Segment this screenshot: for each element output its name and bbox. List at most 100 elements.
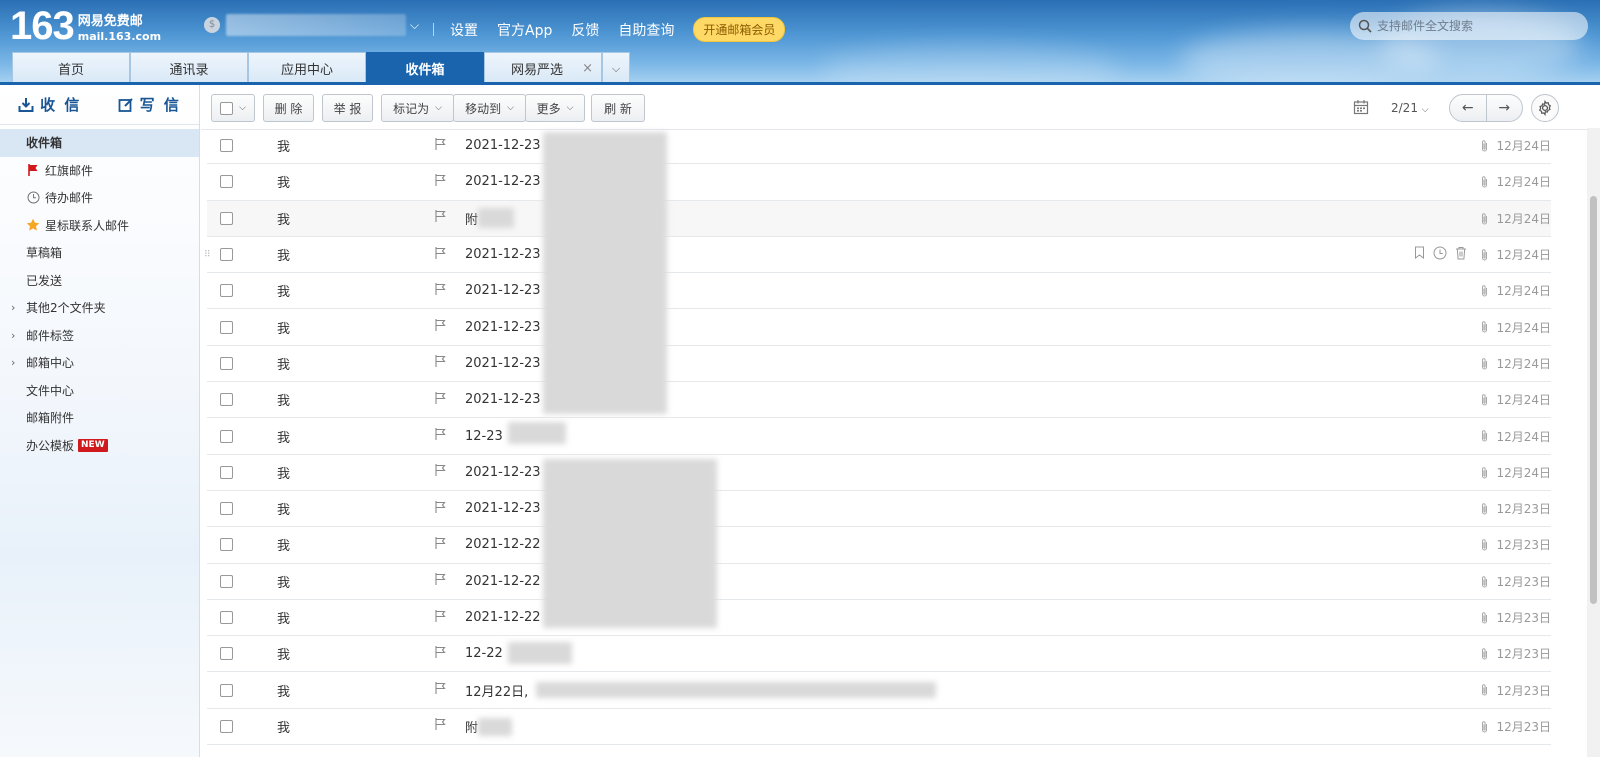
folder-file-center[interactable]: 文件中心 xyxy=(0,377,199,405)
flag-icon[interactable] xyxy=(435,428,446,444)
mail-subject[interactable]: 12-23 xyxy=(465,429,503,444)
mail-logo[interactable]: 163 网易免费邮 mail.163.com xyxy=(10,6,161,46)
mail-subject[interactable]: 附 xyxy=(465,209,478,228)
mail-row[interactable]: 我 2021-12-22 12月23日 xyxy=(207,527,1551,564)
mail-row[interactable]: 我 12-23 12月24日 xyxy=(207,418,1551,455)
mail-subject[interactable]: 2021-12-23 xyxy=(465,174,541,189)
flag-icon[interactable] xyxy=(435,573,446,589)
mail-subject[interactable]: 2021-12-22 xyxy=(465,574,541,589)
next-page-button[interactable]: → xyxy=(1487,95,1523,121)
move-to-dropdown[interactable]: 移动到 ⌵ xyxy=(453,94,526,122)
tab-contacts[interactable]: 通讯录 xyxy=(130,52,248,84)
mail-checkbox[interactable] xyxy=(220,429,233,443)
mail-row[interactable]: 我 2021-12-22 12月23日 xyxy=(207,564,1551,600)
calendar-icon[interactable] xyxy=(1353,99,1369,119)
tab-app-center[interactable]: 应用中心 xyxy=(248,52,366,84)
mail-checkbox[interactable] xyxy=(220,683,233,697)
mail-subject[interactable]: 2021-12-23 xyxy=(465,320,541,335)
tab-more-button[interactable]: ⌵ xyxy=(602,52,630,84)
mail-subject[interactable]: 2021-12-23 xyxy=(465,392,541,407)
mail-checkbox[interactable] xyxy=(220,284,233,298)
flag-icon[interactable] xyxy=(435,682,446,698)
flag-icon[interactable] xyxy=(435,319,446,335)
flag-icon[interactable] xyxy=(435,210,446,226)
mail-row[interactable]: 我 附 12月24日 xyxy=(207,200,1551,237)
mail-row[interactable]: 我 2021-12-23 12月24日 xyxy=(207,273,1551,310)
receive-button[interactable]: 收 信 xyxy=(0,94,100,115)
flag-icon[interactable] xyxy=(435,355,446,371)
select-all-checkbox[interactable] xyxy=(220,101,234,115)
mail-checkbox[interactable] xyxy=(220,248,233,262)
vip-button[interactable]: 开通邮箱会员 xyxy=(693,17,786,42)
more-dropdown[interactable]: 更多 ⌵ xyxy=(525,94,585,122)
mail-checkbox[interactable] xyxy=(220,647,233,661)
mail-row[interactable]: 我 2021-12-23 12月24日 xyxy=(207,128,1551,165)
flag-icon[interactable] xyxy=(435,718,446,734)
flag-icon[interactable] xyxy=(435,500,446,517)
mail-subject[interactable]: 2021-12-23 xyxy=(465,465,541,480)
clock-icon[interactable] xyxy=(1433,246,1447,264)
mail-row[interactable]: 我 2021-12-23 12月23日 xyxy=(207,491,1551,528)
flag-icon[interactable] xyxy=(435,464,446,480)
folder-mail-center[interactable]: › 邮箱中心 xyxy=(0,349,199,377)
tab-yanxuan[interactable]: 网易严选 × xyxy=(484,52,602,84)
folder-other[interactable]: › 其他2个文件夹 xyxy=(0,294,199,322)
mail-checkbox[interactable] xyxy=(220,719,233,733)
mail-checkbox[interactable] xyxy=(220,356,233,370)
folder-sent[interactable]: 已发送 xyxy=(0,267,199,295)
link-official-app[interactable]: 官方App xyxy=(497,20,552,40)
mail-subject[interactable]: 2021-12-23 xyxy=(465,501,541,516)
write-button[interactable]: 写 信 xyxy=(100,94,200,115)
folder-inbox[interactable]: 收件箱 xyxy=(0,129,199,157)
mail-checkbox[interactable] xyxy=(220,393,233,407)
mark-as-dropdown[interactable]: 标记为 ⌵ xyxy=(381,94,454,122)
mail-checkbox[interactable] xyxy=(220,211,233,225)
chevron-right-icon[interactable]: › xyxy=(11,356,15,369)
trash-icon[interactable] xyxy=(1455,246,1467,264)
folder-starred-contacts[interactable]: 星标联系人邮件 xyxy=(0,212,199,240)
tab-home[interactable]: 首页 xyxy=(12,52,130,84)
mail-checkbox[interactable] xyxy=(220,320,233,334)
mail-row[interactable]: 我 2021-12-23 12月24日 xyxy=(207,346,1551,383)
mail-checkbox[interactable] xyxy=(220,574,233,588)
scrollbar-thumb[interactable] xyxy=(1590,196,1597,604)
flag-icon[interactable] xyxy=(435,282,446,299)
mail-row[interactable]: ⠿ 我 2021-12-23 12月24日 xyxy=(204,237,1551,274)
mail-subject[interactable]: 2021-12-22 xyxy=(465,610,541,625)
mail-row[interactable]: 我 附 12月23日 xyxy=(207,709,1551,746)
mail-checkbox[interactable] xyxy=(220,611,233,624)
mail-row[interactable]: 我 2021-12-23 12月24日 xyxy=(207,309,1551,346)
mail-subject[interactable]: 2021-12-22 xyxy=(465,537,541,552)
prev-page-button[interactable]: ← xyxy=(1450,95,1487,121)
mail-checkbox[interactable] xyxy=(220,139,233,153)
flag-icon[interactable] xyxy=(435,536,446,553)
chevron-right-icon[interactable]: › xyxy=(11,301,15,314)
bookmark-icon[interactable] xyxy=(1414,246,1425,263)
mail-checkbox[interactable] xyxy=(220,538,233,552)
mail-checkbox[interactable] xyxy=(220,465,233,479)
mail-subject[interactable]: 12-22 xyxy=(465,646,503,661)
folder-tags[interactable]: › 邮件标签 xyxy=(0,322,199,350)
link-feedback[interactable]: 反馈 xyxy=(571,20,599,40)
mail-checkbox[interactable] xyxy=(220,502,233,516)
close-icon[interactable]: × xyxy=(582,61,593,76)
select-all-dropdown[interactable]: ⌵ xyxy=(211,94,255,122)
folder-todo[interactable]: 待办邮件 xyxy=(0,184,199,212)
search-box[interactable] xyxy=(1350,12,1588,40)
flag-icon[interactable] xyxy=(435,137,446,154)
folder-attachments[interactable]: 邮箱附件 xyxy=(0,404,199,432)
mail-subject[interactable]: 2021-12-23 xyxy=(465,138,541,153)
mail-subject[interactable]: 12月22日, xyxy=(465,681,528,700)
mail-subject[interactable]: 附 xyxy=(465,717,478,736)
flag-icon[interactable] xyxy=(435,645,446,662)
refresh-button[interactable]: 刷 新 xyxy=(591,94,645,122)
mail-row[interactable]: 我 2021-12-23 12月24日 xyxy=(207,382,1551,419)
flag-icon[interactable] xyxy=(435,609,446,626)
folder-office-templates[interactable]: 办公模板 NEW xyxy=(0,432,199,460)
delete-button[interactable]: 删 除 xyxy=(263,94,314,122)
link-settings[interactable]: 设置 xyxy=(450,20,478,40)
mail-checkbox[interactable] xyxy=(220,175,233,189)
mail-subject[interactable]: 2021-12-23 xyxy=(465,356,541,371)
list-scrollbar[interactable] xyxy=(1587,128,1600,757)
link-self-service[interactable]: 自助查询 xyxy=(618,20,674,40)
